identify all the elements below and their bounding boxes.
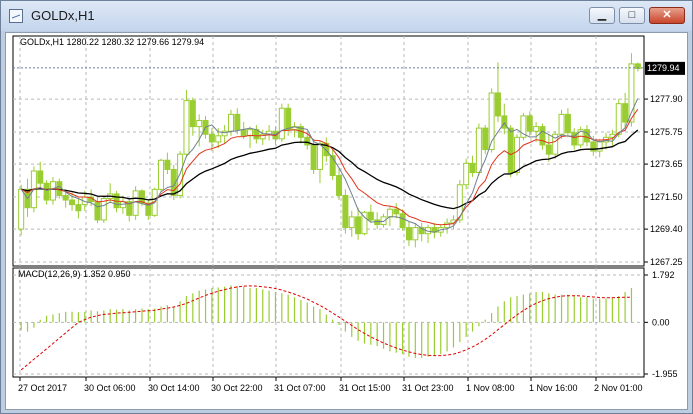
time-axis-label: 31 Oct 07:00 bbox=[274, 383, 326, 393]
price-chart-canvas[interactable]: GOLDx,H1 1280.22 1280.32 1279.66 1279.94… bbox=[6, 33, 687, 409]
price-tick-label: 1271.50 bbox=[650, 192, 683, 202]
bear-candle bbox=[482, 127, 489, 151]
bear-candle bbox=[501, 115, 508, 129]
bull-candle bbox=[132, 190, 139, 216]
bear-candle bbox=[545, 144, 552, 155]
time-axis-label: 30 Oct 06:00 bbox=[84, 383, 136, 393]
price-tick-label: 1275.75 bbox=[650, 127, 683, 137]
bear-candle bbox=[189, 100, 196, 128]
bull-candle bbox=[386, 208, 393, 218]
window-titlebar[interactable]: GOLDx,H1 ▁ □ ✕ bbox=[1, 1, 692, 31]
time-axis-label: 1 Nov 08:00 bbox=[466, 383, 515, 393]
bear-candle bbox=[342, 194, 349, 229]
window-title: GOLDx,H1 bbox=[31, 8, 95, 23]
close-button[interactable]: ✕ bbox=[649, 7, 685, 24]
current-price-label: 1279.94 bbox=[647, 63, 680, 73]
bear-candle bbox=[304, 136, 311, 146]
bull-candle bbox=[196, 119, 203, 128]
macd-tick-label: 0.00 bbox=[652, 317, 670, 327]
bear-candle bbox=[583, 129, 590, 143]
bear-candle bbox=[43, 182, 50, 201]
chart-window-icon bbox=[9, 9, 23, 23]
bear-candle bbox=[164, 159, 171, 170]
chart-window: GOLDx,H1 ▁ □ ✕ GOLDx,H1 1280.22 1280.32 … bbox=[0, 0, 693, 414]
bull-candle bbox=[49, 181, 56, 201]
bear-candle bbox=[367, 211, 374, 221]
minimize-button[interactable]: ▁ bbox=[589, 7, 615, 24]
macd-info: MACD(12,26,9) 1.352 0.950 bbox=[18, 269, 131, 279]
bear-candle bbox=[285, 107, 292, 131]
macd-tick-label: -1.955 bbox=[652, 369, 678, 379]
bear-candle bbox=[526, 115, 533, 132]
bull-candle bbox=[316, 142, 323, 170]
bear-candle bbox=[355, 216, 362, 235]
bear-candle bbox=[310, 144, 317, 170]
bear-candle bbox=[564, 113, 571, 134]
bear-candle bbox=[94, 201, 101, 221]
bull-candle bbox=[514, 136, 521, 174]
bull-candle bbox=[412, 227, 419, 241]
time-axis-label: 1 Nov 16:00 bbox=[529, 383, 578, 393]
bear-candle bbox=[37, 170, 44, 184]
bull-candle bbox=[558, 113, 565, 135]
bear-candle bbox=[494, 92, 501, 117]
bear-candle bbox=[507, 127, 514, 174]
bull-candle bbox=[278, 107, 285, 140]
maximize-button[interactable]: □ bbox=[619, 7, 645, 24]
bull-candle bbox=[463, 162, 470, 186]
bear-candle bbox=[393, 208, 400, 215]
bull-candle bbox=[475, 127, 482, 174]
bull-candle bbox=[533, 126, 540, 132]
bear-candle bbox=[240, 129, 247, 137]
price-tick-label: 1273.65 bbox=[650, 159, 683, 169]
bear-candle bbox=[469, 162, 476, 174]
time-axis-label: 31 Oct 23:00 bbox=[402, 383, 454, 393]
bull-candle bbox=[348, 216, 355, 229]
bear-candle bbox=[62, 194, 69, 201]
time-axis-label: 30 Oct 14:00 bbox=[148, 383, 200, 393]
price-tick-label: 1267.25 bbox=[650, 257, 683, 267]
price-tick-label: 1269.40 bbox=[650, 224, 683, 234]
time-axis-label: 30 Oct 22:00 bbox=[211, 383, 263, 393]
bull-candle bbox=[215, 135, 222, 143]
bull-candle bbox=[18, 188, 25, 230]
bear-candle bbox=[208, 133, 215, 143]
time-axis-label: 2 Nov 01:00 bbox=[594, 383, 643, 393]
bull-candle bbox=[596, 141, 603, 152]
bear-candle bbox=[405, 227, 412, 241]
time-axis-label: 27 Oct 2017 bbox=[18, 383, 67, 393]
chart-area[interactable]: GOLDx,H1 1280.22 1280.32 1279.66 1279.94… bbox=[5, 32, 688, 410]
bull-candle bbox=[227, 113, 234, 132]
bear-candle bbox=[374, 219, 381, 226]
main-chart-info: GOLDx,H1 1280.22 1280.32 1279.66 1279.94 bbox=[20, 37, 204, 47]
bear-candle bbox=[336, 175, 343, 196]
bear-candle bbox=[69, 199, 76, 206]
time-axis-label: 31 Oct 15:00 bbox=[339, 383, 391, 393]
bear-candle bbox=[234, 113, 241, 131]
bear-candle bbox=[75, 204, 82, 212]
bull-candle bbox=[183, 100, 190, 155]
bull-candle bbox=[615, 103, 622, 135]
bull-candle bbox=[158, 159, 165, 190]
bear-candle bbox=[622, 103, 629, 123]
bear-candle bbox=[539, 126, 546, 146]
price-tick-label: 1277.90 bbox=[650, 94, 683, 104]
bear-candle bbox=[399, 213, 406, 229]
macd-tick-label: 1.792 bbox=[652, 270, 675, 280]
